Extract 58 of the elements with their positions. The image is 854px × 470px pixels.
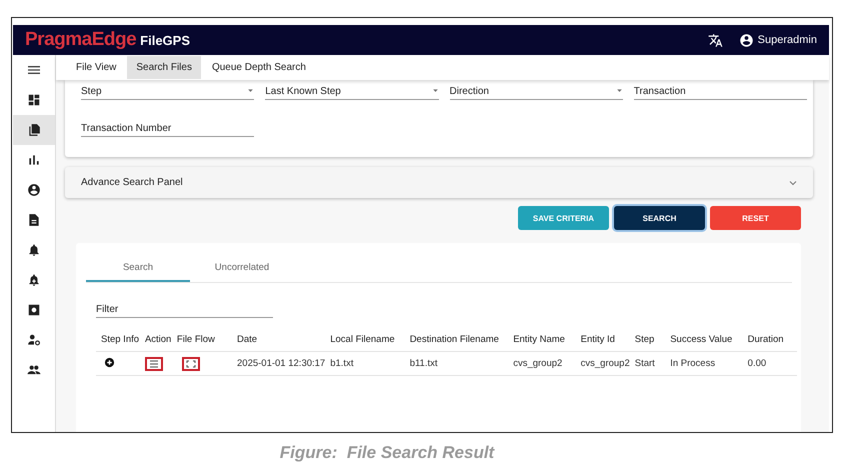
- dropdown-arrow-icon: [432, 86, 438, 94]
- account-icon: [27, 183, 41, 197]
- bell-plus-icon: [27, 273, 41, 287]
- dropdown-arrow-icon: [616, 86, 623, 94]
- user-settings-icon: [27, 333, 41, 347]
- column-header: Success Value: [665, 333, 743, 352]
- column-header: Destination Filename: [404, 333, 508, 352]
- group-icon: [27, 363, 41, 377]
- result-tab[interactable]: Search: [86, 255, 190, 282]
- input-field[interactable]: Transaction Number: [81, 120, 254, 137]
- panel-title: Advance Search Panel: [81, 177, 183, 188]
- dropdown-field[interactable]: Direction: [450, 83, 623, 100]
- settings-icon: [27, 303, 41, 317]
- bell-icon: [27, 243, 41, 257]
- brand-logo: PragmaEdge: [25, 29, 136, 51]
- input-field[interactable]: Transaction: [634, 83, 807, 100]
- column-header: Step Info: [96, 333, 140, 352]
- table-cell: Start: [630, 352, 666, 376]
- menu-lines-icon: [148, 360, 159, 368]
- table-cell: 2025-01-01 12:30:17: [232, 352, 326, 376]
- column-header: File Flow: [172, 333, 232, 352]
- user-menu[interactable]: Superadmin: [738, 32, 817, 48]
- expand-icon: [186, 360, 196, 368]
- column-header: Local Filename: [325, 333, 405, 352]
- action-menu-button[interactable]: [144, 356, 163, 370]
- result-tab[interactable]: Uncorrelated: [190, 255, 294, 282]
- dropdown-field[interactable]: Step: [81, 83, 254, 100]
- nav-tab[interactable]: Queue Depth Search: [202, 56, 315, 79]
- column-header: Action: [140, 333, 172, 352]
- nav-tab[interactable]: Search Files: [127, 56, 201, 79]
- document-icon: [27, 213, 41, 227]
- dashboard-icon: [27, 93, 41, 107]
- table-cell: cvs_group2: [508, 352, 576, 376]
- reset-button[interactable]: RESET: [710, 206, 801, 230]
- column-header: Step: [630, 333, 666, 352]
- column-header: Date: [232, 333, 326, 352]
- column-header: Duration: [742, 333, 797, 352]
- table-cell: b11.txt: [404, 352, 508, 376]
- nav-tab[interactable]: File View: [67, 56, 126, 79]
- column-header: Entity Name: [508, 333, 576, 352]
- advance-search-panel[interactable]: Advance Search Panel: [65, 167, 813, 198]
- files-icon: [27, 123, 41, 137]
- dropdown-field[interactable]: Last Known Step: [265, 83, 438, 100]
- product-name: FileGPS: [140, 33, 190, 48]
- table-cell: b1.txt: [325, 352, 405, 376]
- table-cell: cvs_group2: [576, 352, 630, 376]
- fullscreen-button[interactable]: [182, 356, 200, 370]
- column-header: Entity Id: [576, 333, 630, 352]
- dropdown-arrow-icon: [247, 86, 254, 94]
- filter-field[interactable]: Filter: [96, 301, 273, 318]
- sidebar-item[interactable]: [13, 115, 55, 145]
- bar-chart-icon: [27, 153, 41, 167]
- translate-icon[interactable]: [708, 32, 723, 48]
- account-icon: [738, 32, 754, 48]
- table-cell: 0.00: [742, 352, 797, 376]
- figure-caption: Figure: File Search Result: [280, 443, 494, 462]
- table-cell: In Process: [665, 352, 743, 376]
- search-button[interactable]: SEARCH: [614, 206, 705, 230]
